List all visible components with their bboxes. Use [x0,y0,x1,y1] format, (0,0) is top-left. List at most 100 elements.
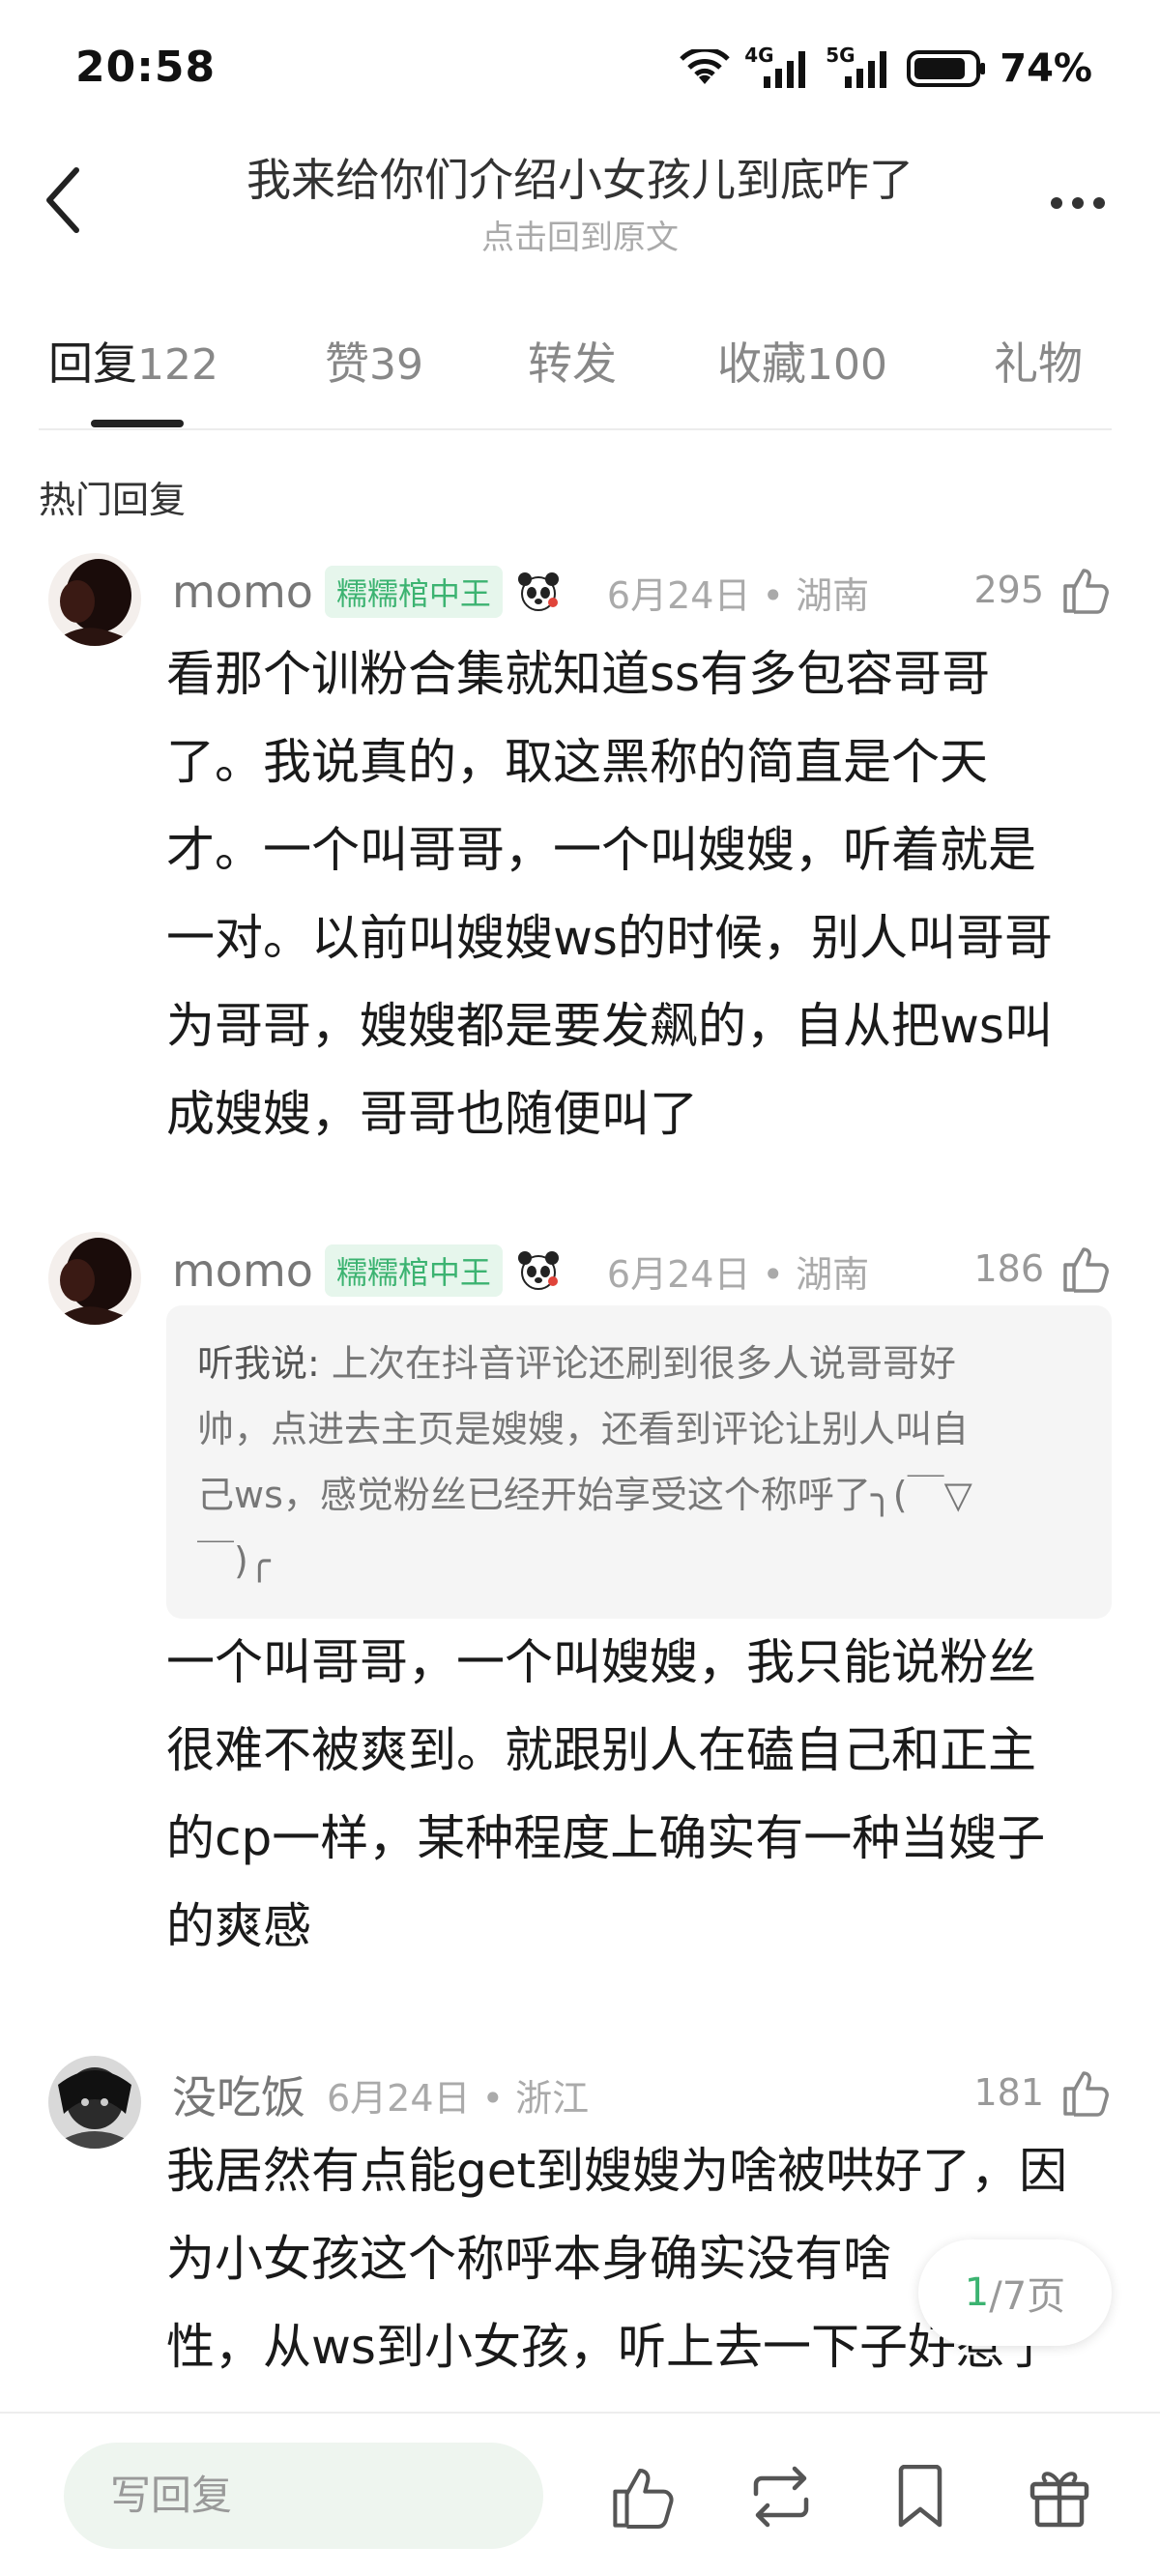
like-count: 186 [973,1247,1044,1290]
username[interactable]: momo [172,566,313,618]
tab-label: 转发 [528,337,617,390]
tab-label: 礼物 [994,337,1083,390]
quote-text: 上次在抖音评论还刷到很多人说哥哥好 [319,1342,956,1385]
header: 我来给你们介绍小女孩儿到底咋了 点击回到原文 [0,135,1160,271]
reply-line: 为哥哥，嫂嫂都是要发飙的，自从把ws叫 [166,998,1053,1054]
tab-favorites[interactable]: 收藏100 [717,329,887,393]
separator: • [481,2076,505,2120]
tab-reposts[interactable]: 转发 [528,329,617,393]
fan-badge[interactable]: 糯糯棺中王 [324,566,503,618]
like-button[interactable]: 295 [973,565,1112,615]
tab-count: 39 [369,340,423,390]
tab-label: 收藏 [717,337,806,390]
like-count: 295 [973,569,1044,611]
separator: • [762,573,784,617]
reply-header: momo 糯糯棺中王 6月24日 • 湖南 [172,561,869,623]
tab-count: 122 [137,340,218,390]
tab-replies[interactable]: 回复122 [48,329,218,393]
status-bar: 20:58 4G 5G 74% [0,0,1160,135]
reply-line: 的爽感 [166,1898,311,1954]
cell-signal-5g: 5G [826,44,893,90]
page-indicator[interactable]: 1/7页 [918,2239,1112,2346]
status-icons: 4G 5G 74% [679,44,1092,91]
like-action-button[interactable] [607,2460,681,2533]
username[interactable]: momo [172,1244,313,1297]
reply-line: 的cp一样，某种程度上确实有一种当嫂子 [166,1810,1046,1866]
like-button[interactable]: 181 [973,2067,1112,2118]
quote-line: 听我说: 上次在抖音评论还刷到很多人说哥哥好 [197,1331,1081,1396]
reply-location: 浙江 [515,2076,590,2120]
more-dot-icon [1093,197,1105,209]
thumbs-up-icon [1063,1247,1109,1293]
like-button[interactable]: 186 [973,1244,1112,1294]
avatar[interactable] [48,1232,141,1325]
repost-action-button[interactable] [744,2460,818,2533]
gift-action-button[interactable] [1023,2460,1096,2533]
reply-item: 没吃饭 6月24日 • 浙江 181 我居然有点能get到嫂嫂为啥被哄好了，因 … [0,2056,1160,2414]
divider [39,428,1112,430]
cell-signal-4g: 4G [744,44,812,90]
fan-badge[interactable]: 糯糯棺中王 [324,1244,503,1297]
reply-content: 看那个训粉合集就知道ss有多包容哥哥 了。我说真的，取这黑称的简直是个天 才。一… [166,630,1094,1158]
reply-date: 6月24日 [606,573,751,617]
reply-line: 才。一个叫哥哥，一个叫嫂嫂，听着就是 [166,822,1036,878]
reply-line: 成嫂嫂，哥哥也随便叫了 [166,1086,698,1142]
quote-line: 己ws，感觉粉丝已经开始享受这个称呼了╮(￣▽ [197,1474,972,1516]
bookmark-action-button[interactable] [884,2460,957,2533]
tab-label: 赞 [325,337,369,390]
panda-badge-icon [517,1251,559,1290]
tab-likes[interactable]: 赞39 [325,329,423,393]
battery-percent: 74% [1000,46,1092,91]
chevron-left-icon [46,167,79,233]
battery-icon [907,50,986,87]
reply-header: 没吃饭 6月24日 • 浙江 [172,2064,589,2125]
current-page: 1 [964,2270,990,2315]
like-count: 181 [973,2071,1044,2114]
thumbs-up-icon [1063,569,1109,614]
reply-date-location: 6月24日 • 湖南 [607,1244,869,1298]
page-title: 我来给你们介绍小女孩儿到底咋了 [246,154,914,206]
avatar[interactable] [48,553,141,646]
tab-gifts[interactable]: 礼物 [994,329,1083,393]
username[interactable]: 没吃饭 [172,2063,305,2126]
avatar[interactable] [48,2056,141,2149]
reply-date-location: 6月24日 • 浙江 [327,2068,589,2122]
reply-date: 6月24日 [606,1252,751,1296]
separator: • [762,1252,784,1296]
tab-bar: 回复122 赞39 转发 收藏100 礼物 [0,309,1160,429]
thumbs-up-icon [613,2469,674,2529]
quote-line: 帅，点进去主页是嫂嫂，还看到评论让别人叫自 [197,1408,970,1450]
status-time: 20:58 [75,43,217,92]
bookmark-icon [898,2465,942,2528]
reply-item: momo 糯糯棺中王 6月24日 • 湖南 295 看那个训粉合集就知道ss有多… [0,553,1160,1153]
bottom-action-bar: 写回复 [0,2412,1160,2576]
thumbs-up-icon [1063,2071,1109,2117]
reply-location: 湖南 [796,573,870,617]
wifi-icon [680,49,731,84]
back-to-original-link[interactable]: 点击回到原文 [155,211,1005,258]
user-avatar-image [48,2056,141,2149]
reply-input[interactable]: 写回复 [64,2443,543,2549]
reply-date-location: 6月24日 • 湖南 [607,566,869,619]
reply-line: 很难不被爽到。就跟别人在磕自己和正主 [166,1722,1036,1778]
reply-item: momo 糯糯棺中王 6月24日 • 湖南 186 听我说: 上次在抖音评论还刷… [0,1232,1160,1986]
quote-line: ￣)╭ [197,1539,271,1582]
quoted-reply[interactable]: 听我说: 上次在抖音评论还刷到很多人说哥哥好 帅，点进去主页是嫂嫂，还看到评论让… [166,1305,1112,1619]
signal-bars-icon [764,51,806,88]
reply-line: 一对。以前叫嫂嫂ws的时候，别人叫哥哥 [166,910,1053,966]
reply-location: 湖南 [796,1252,870,1296]
reply-line: 看那个训粉合集就知道ss有多包容哥哥 [166,646,991,702]
active-tab-indicator [91,420,184,427]
total-pages: /7页 [989,2274,1066,2319]
more-dot-icon [1051,197,1062,209]
more-options-button[interactable] [1034,174,1121,232]
quote-author: 听我说: [197,1342,320,1385]
reply-line: 我居然有点能get到嫂嫂为啥被哄好了，因 [166,2143,1068,2199]
signal-bars-icon [845,51,887,88]
more-dot-icon [1072,197,1084,209]
reply-line: 一个叫哥哥，一个叫嫂嫂，我只能说粉丝 [166,1634,1036,1690]
back-button[interactable] [29,157,97,244]
repost-icon [753,2466,809,2528]
user-avatar-image [48,553,141,646]
tab-count: 100 [806,340,887,390]
